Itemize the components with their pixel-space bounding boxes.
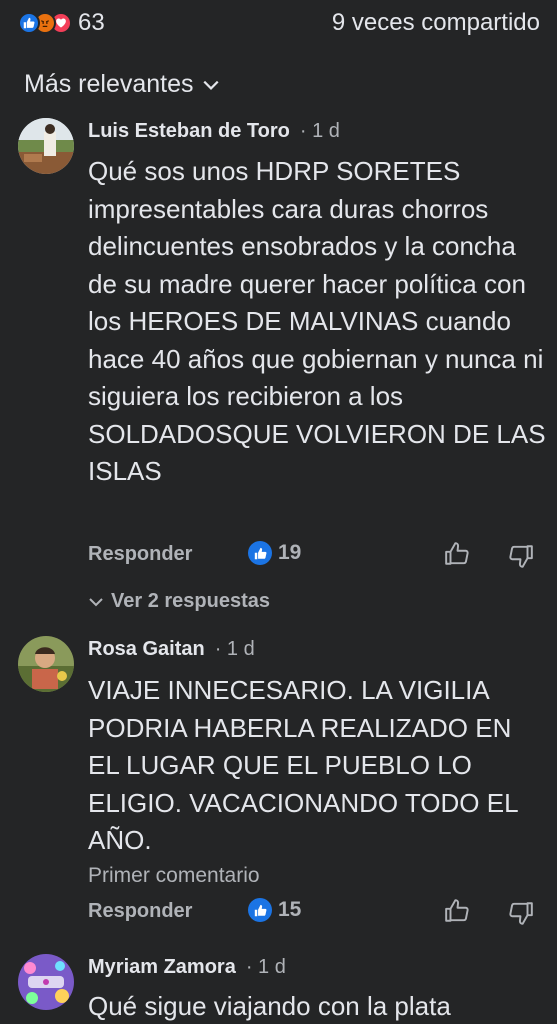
shares-count[interactable]: 9 veces compartido	[332, 9, 540, 37]
reaction-count: 63	[78, 9, 105, 36]
author-name[interactable]: Myriam Zamora	[88, 956, 236, 979]
reactions-summary[interactable]: 63	[18, 9, 105, 37]
reply-button[interactable]: Responder	[88, 543, 192, 566]
like-count-badge[interactable]: 15	[248, 898, 301, 922]
like-count: 19	[278, 541, 302, 564]
comment-text: Qué sigue viajando con la plata	[88, 991, 451, 1021]
comment-time[interactable]: · 1 d	[246, 956, 286, 979]
comments-screen: 63 9 veces compartido Más relevantes Lui…	[0, 0, 557, 1024]
author-name[interactable]: Rosa Gaitan	[88, 638, 205, 661]
thumbs-up-icon[interactable]	[444, 898, 470, 924]
thumbs-down-icon[interactable]	[508, 543, 534, 569]
like-count-badge[interactable]: 19	[248, 541, 301, 565]
comment-meta: Primer comentario	[88, 864, 260, 887]
comment-time[interactable]: · 1 d	[300, 120, 340, 143]
comment-actions: Responder 19	[88, 541, 538, 571]
avatar[interactable]	[18, 954, 74, 1010]
sort-label: Más relevantes	[24, 70, 194, 98]
reactions-bar: 63 9 veces compartido	[18, 8, 540, 38]
comment-time[interactable]: · 1 d	[215, 638, 255, 661]
view-replies-label: Ver 2 respuestas	[111, 590, 270, 612]
comment-text: VIAJE INNECESARIO. LA VIGILIA PODRIA HAB…	[88, 675, 518, 855]
sort-dropdown[interactable]: Más relevantes	[24, 70, 220, 99]
chevron-down-icon	[89, 597, 103, 606]
like-count: 15	[278, 898, 302, 921]
thumbs-up-icon[interactable]	[444, 541, 470, 567]
comment-text: Qué sos unos HDRP SORETES impresentables…	[88, 156, 546, 486]
view-replies-link[interactable]: Ver 2 respuestas	[88, 590, 270, 613]
author-name[interactable]: Luis Esteban de Toro	[88, 120, 290, 143]
avatar[interactable]	[18, 118, 74, 174]
comment-actions: Responder 15	[88, 898, 538, 928]
like-icon	[248, 898, 272, 922]
chevron-down-icon	[202, 80, 219, 90]
like-icon	[18, 12, 40, 34]
thumbs-down-icon[interactable]	[508, 900, 534, 926]
avatar[interactable]	[18, 636, 74, 692]
like-icon	[248, 541, 272, 565]
reply-button[interactable]: Responder	[88, 900, 192, 923]
